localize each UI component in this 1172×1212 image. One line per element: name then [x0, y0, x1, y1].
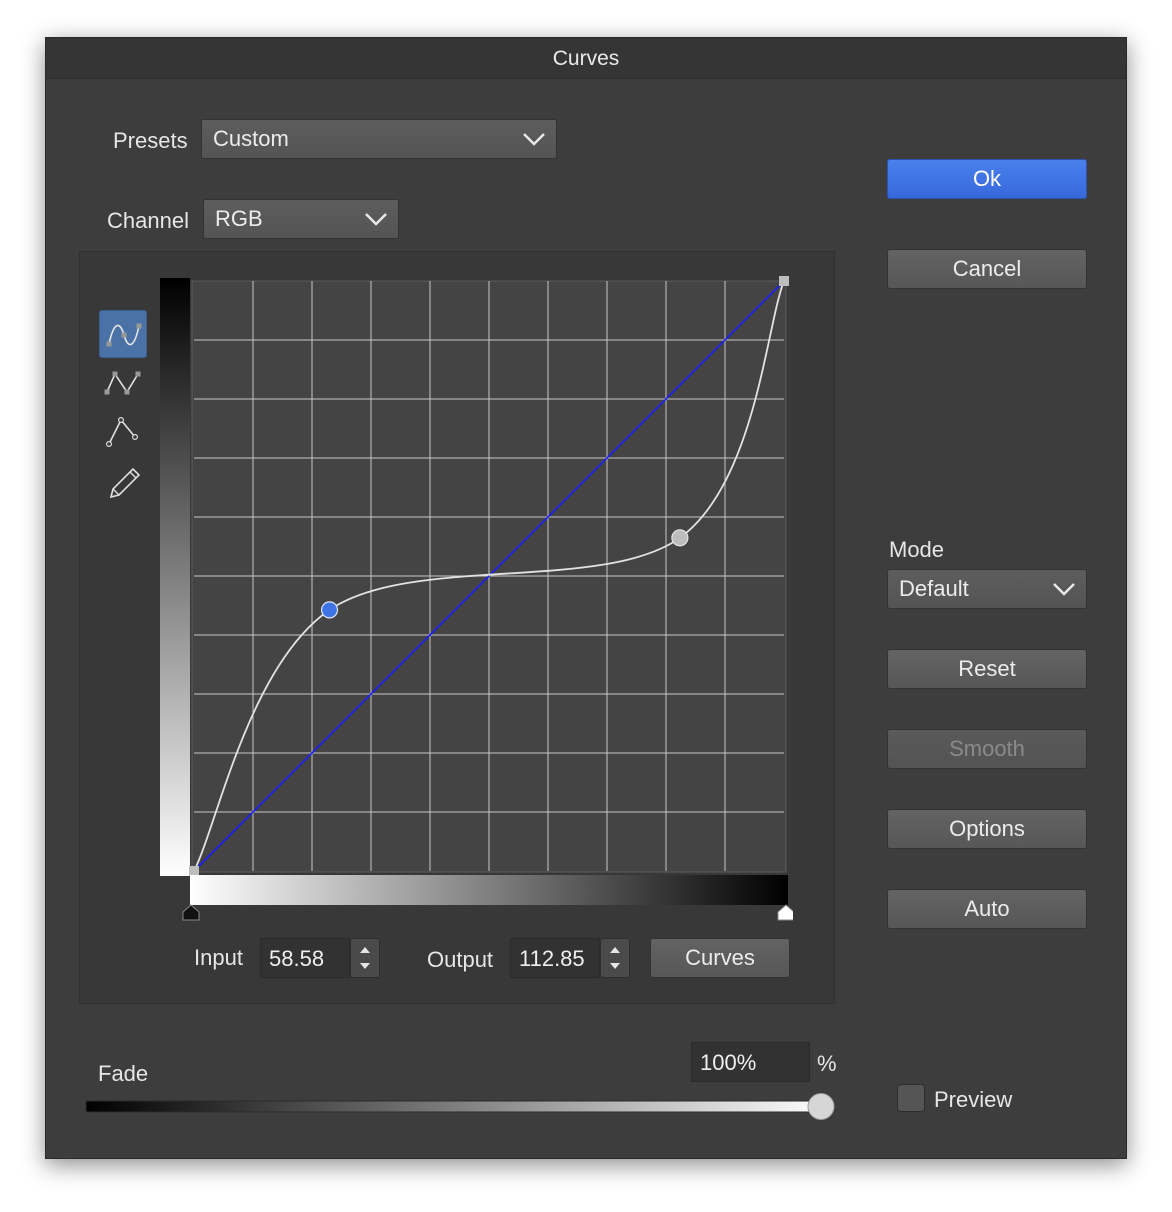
title-bar[interactable]: Curves — [46, 38, 1126, 79]
output-value: 112.85 — [519, 946, 585, 971]
channel-dropdown[interactable]: RGB — [203, 199, 399, 239]
smooth-curve-icon — [106, 323, 142, 347]
mode-label: Mode — [889, 537, 945, 562]
curves-dialog: Curves Presets Custom Channel RGB Ok Can… — [45, 37, 1127, 1159]
smooth-curve-tool[interactable] — [99, 310, 147, 358]
preview-checkbox[interactable] — [897, 1084, 925, 1112]
ok-button[interactable]: Ok — [887, 159, 1087, 199]
endpoint-handle[interactable] — [189, 866, 199, 876]
fade-slider-thumb[interactable] — [807, 1093, 835, 1120]
stepper-arrows-icon — [360, 947, 370, 969]
pencil-icon — [109, 467, 141, 499]
linear-curve-icon — [105, 417, 138, 447]
curves-panel: Input 58.58 Output 112.85 Curves — [79, 251, 835, 1004]
presets-label: Presets — [113, 128, 188, 153]
white-point-slider[interactable] — [777, 904, 793, 921]
fade-unit: % — [817, 1051, 837, 1076]
preview-label: Preview — [934, 1087, 1013, 1112]
mode-dropdown[interactable]: Default — [887, 569, 1087, 609]
pencil-tool[interactable] — [99, 457, 147, 505]
cancel-button[interactable]: Cancel — [887, 249, 1087, 289]
chevron-down-icon — [365, 213, 387, 226]
presets-dropdown[interactable]: Custom — [201, 119, 557, 159]
dialog-title: Curves — [552, 47, 620, 70]
options-button[interactable]: Options — [887, 809, 1087, 849]
input-field[interactable]: 58.58 — [260, 938, 350, 978]
fade-slider[interactable] — [82, 1090, 842, 1124]
chevron-down-icon — [523, 133, 545, 146]
endpoint-handle[interactable] — [779, 276, 789, 286]
chevron-down-icon — [1053, 583, 1075, 596]
smooth-button[interactable]: Smooth — [887, 729, 1087, 769]
selected-control-point[interactable] — [320, 601, 339, 619]
fade-track[interactable] — [85, 1100, 831, 1113]
fade-percent-field[interactable]: 100% — [691, 1042, 810, 1082]
curves-button[interactable]: Curves — [650, 938, 790, 978]
auto-button[interactable]: Auto — [887, 889, 1087, 929]
mode-value: Default — [899, 576, 969, 601]
control-point[interactable] — [671, 529, 689, 547]
output-gradient-bar — [160, 278, 190, 876]
input-gradient-bar — [190, 875, 788, 905]
channel-value: RGB — [215, 206, 263, 231]
reset-button[interactable]: Reset — [887, 649, 1087, 689]
stepper-arrows-icon — [610, 947, 620, 969]
input-label: Input — [194, 945, 243, 970]
output-stepper[interactable] — [600, 938, 630, 978]
linear-curve-tool[interactable] — [99, 408, 147, 456]
corner-curve-tool[interactable] — [99, 359, 147, 407]
corner-curve-icon — [104, 371, 141, 395]
presets-value: Custom — [213, 126, 289, 151]
input-stepper[interactable] — [350, 938, 380, 978]
channel-label: Channel — [107, 208, 189, 233]
curves-graph[interactable] — [158, 276, 793, 926]
black-point-slider[interactable] — [182, 904, 200, 921]
fade-value: 100% — [700, 1050, 757, 1075]
output-label: Output — [427, 947, 494, 972]
input-value: 58.58 — [269, 946, 325, 971]
output-field[interactable]: 112.85 — [510, 938, 600, 978]
fade-label: Fade — [98, 1061, 149, 1086]
